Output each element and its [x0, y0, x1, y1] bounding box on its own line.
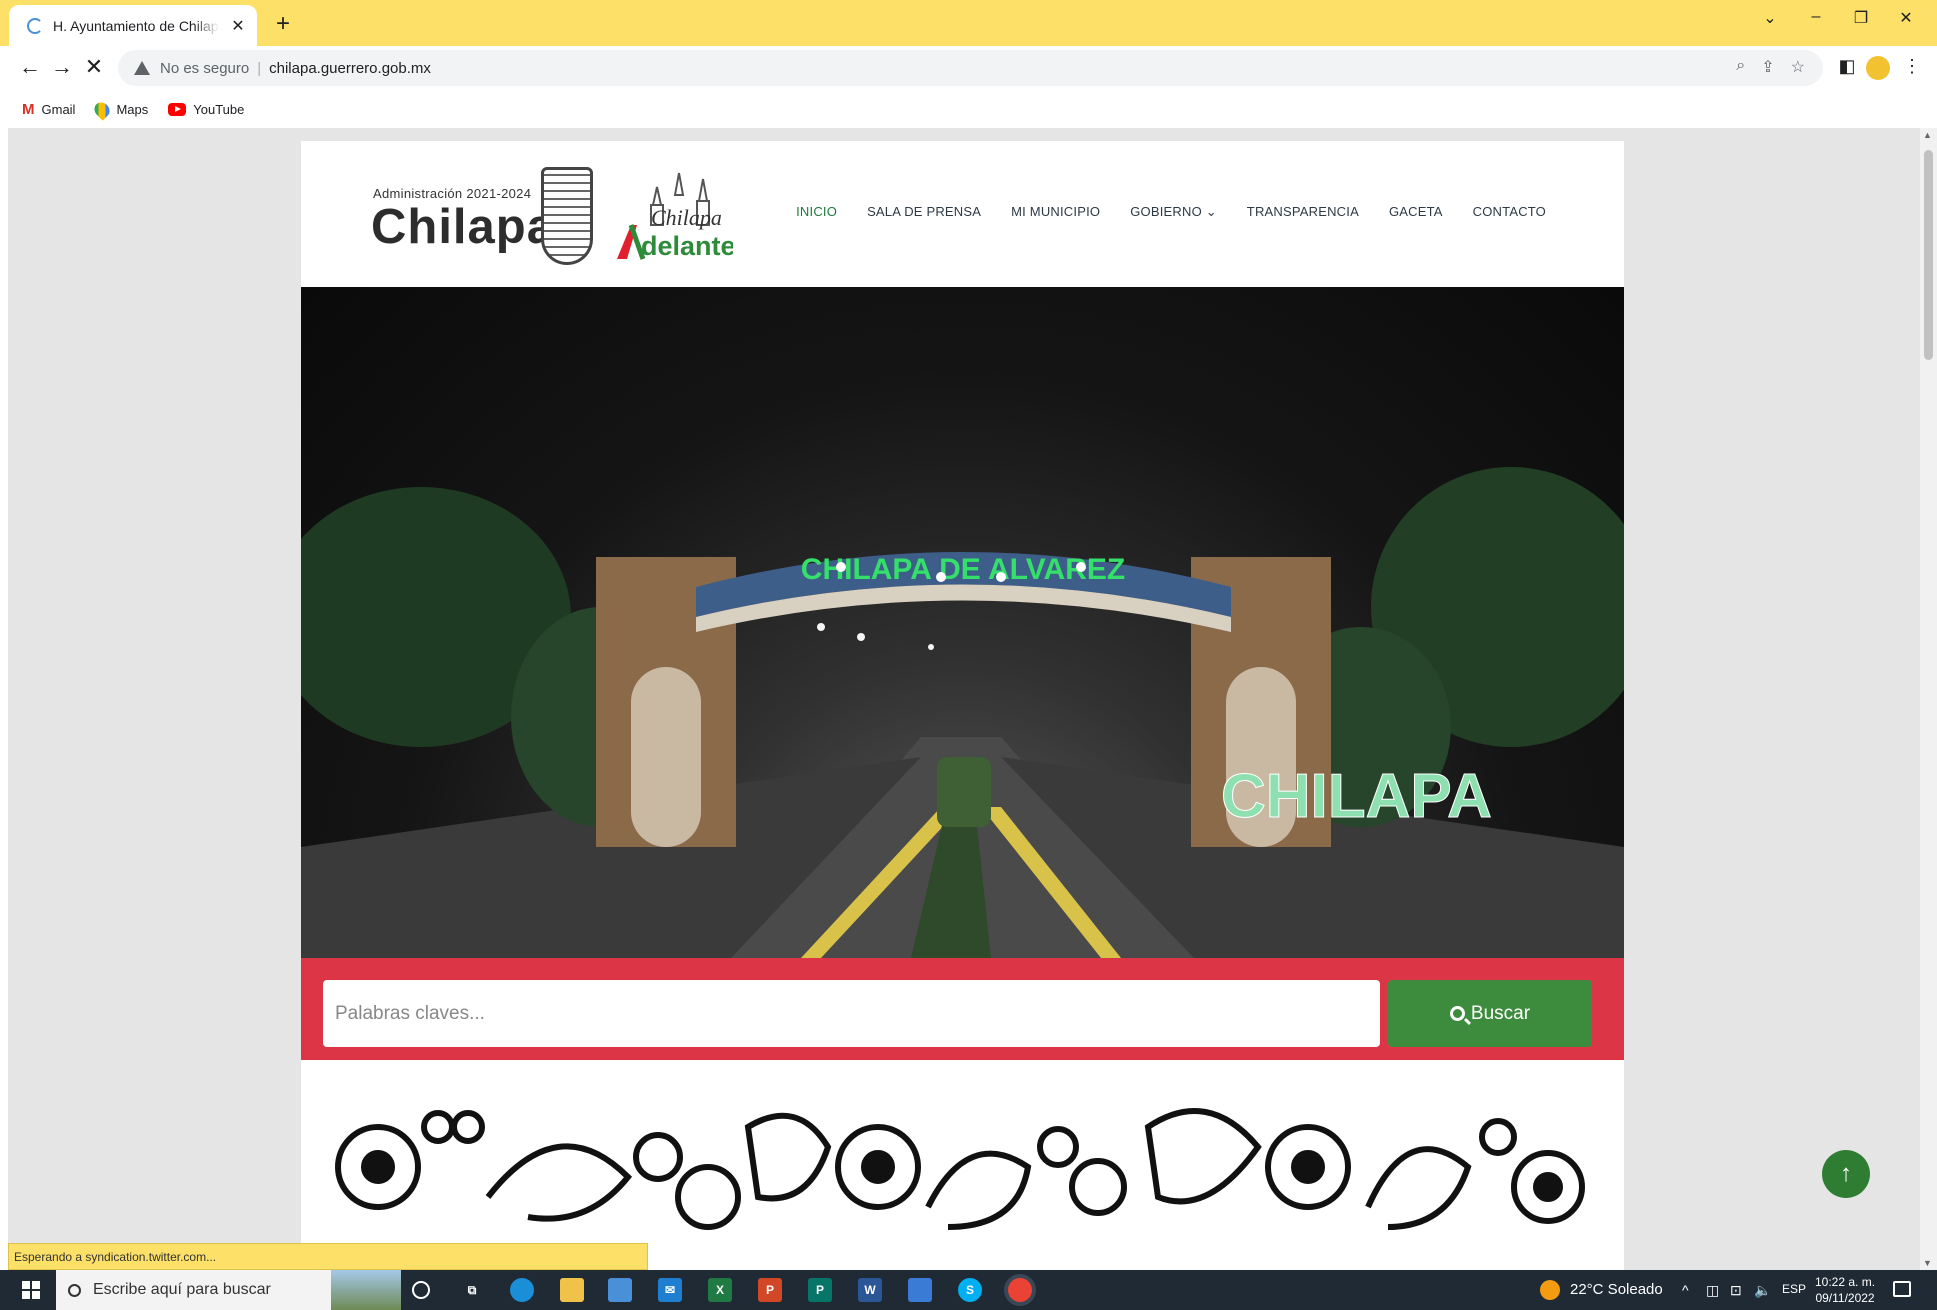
restore-button[interactable]: ❐ [1847, 8, 1875, 28]
scroll-to-top-button[interactable]: ↑ [1822, 1150, 1870, 1198]
page-scrollbar[interactable]: ▲ ▼ [1920, 128, 1937, 1270]
nav-contacto[interactable]: CONTACTO [1473, 204, 1546, 220]
page-viewport: Administración 2021-2024 Chilapa Chilapa… [8, 128, 1920, 1270]
photos-icon[interactable] [908, 1278, 932, 1302]
bookmark-label: Maps [116, 102, 149, 117]
scroll-up-arrow-icon[interactable]: ▲ [1923, 130, 1932, 140]
decorative-folk-pattern [335, 1108, 1585, 1230]
scroll-down-arrow-icon[interactable]: ▼ [1923, 1258, 1932, 1268]
bookmark-label: YouTube [193, 102, 245, 117]
browser-toolbar: ← → ✕ No es seguro | chilapa.guerrero.go… [0, 46, 1937, 91]
bookmark-youtube[interactable]: YouTube [168, 102, 244, 117]
taskbar-clock[interactable]: 10:22 a. m. 09/11/2022 [1815, 1274, 1875, 1306]
omnibox-icons: ⌕ ⇪ ☆ [1736, 57, 1805, 77]
edge-icon[interactable] [510, 1278, 534, 1302]
nav-inicio[interactable]: INICIO [796, 204, 837, 220]
weather-widget[interactable]: 22°C Soleado [1570, 1281, 1663, 1298]
bookmark-label: Gmail [41, 102, 76, 117]
browser-tab[interactable]: H. Ayuntamiento de Chilapa de Álvarez ✕ [9, 5, 257, 46]
site-logo-text[interactable]: Chilapa [371, 199, 555, 255]
youtube-icon [168, 103, 187, 116]
warning-icon [134, 61, 150, 75]
menu-kebab-icon[interactable]: ⋮ [1900, 56, 1924, 77]
clock-time: 10:22 a. m. [1815, 1275, 1876, 1289]
store-icon[interactable] [608, 1278, 632, 1302]
word-icon[interactable]: W [858, 1278, 882, 1302]
cortana-icon[interactable] [412, 1281, 430, 1299]
tab-title: H. Ayuntamiento de Chilapa de Álvarez [53, 17, 219, 34]
tray-chevron-icon[interactable]: ^ [1682, 1282, 1689, 1298]
file-explorer-icon[interactable] [560, 1278, 584, 1302]
zoom-icon[interactable]: ⌕ [1736, 57, 1745, 77]
chilapa-adelante-logo[interactable]: Chilapa delante [613, 165, 733, 261]
bookmarks-bar: M Gmail Maps YouTube [0, 91, 1937, 128]
address-separator: | [257, 59, 262, 77]
bookmark-star-icon[interactable]: ☆ [1791, 57, 1805, 77]
skype-icon[interactable]: S [958, 1278, 982, 1302]
mail-icon[interactable]: ✉ [658, 1278, 682, 1302]
search-button[interactable]: Buscar [1388, 980, 1592, 1047]
maps-icon [91, 98, 114, 121]
nav-gobierno[interactable]: GOBIERNO ⌄ [1130, 204, 1217, 220]
nav-sala-de-prensa[interactable]: SALA DE PRENSA [867, 204, 981, 220]
scroll-thumb[interactable] [1924, 150, 1933, 360]
loading-favicon-icon [27, 17, 43, 34]
tab-bar: H. Ayuntamiento de Chilapa de Álvarez ✕ … [0, 0, 1937, 46]
excel-icon[interactable]: X [708, 1278, 732, 1302]
adelante-logo-bottom: delante [641, 231, 733, 261]
tab-search-chevron-icon[interactable]: ⌄ [1756, 8, 1784, 28]
close-window-button[interactable]: ✕ [1892, 8, 1920, 28]
task-view-icon[interactable]: ⧉ [460, 1278, 484, 1302]
windows-taskbar: Escribe aquí para buscar ⧉ ✉ X P P W S 2… [0, 1270, 1937, 1310]
clock-date: 09/11/2022 [1815, 1291, 1875, 1305]
keyword-search-input[interactable] [323, 980, 1380, 1047]
municipal-crest-icon [541, 167, 593, 265]
search-highlight-image [331, 1270, 401, 1310]
search-icon [68, 1283, 81, 1297]
address-url: chilapa.guerrero.gob.mx [269, 59, 431, 77]
close-tab-icon[interactable]: ✕ [229, 16, 247, 36]
publisher-icon[interactable]: P [808, 1278, 832, 1302]
meet-now-icon[interactable]: ◫ [1706, 1282, 1719, 1299]
arch-neon-text: CHILAPA DE ALVAREZ [801, 553, 1125, 586]
language-indicator[interactable]: ESP [1782, 1282, 1806, 1296]
search-icon [1449, 1006, 1465, 1021]
windows-start-icon[interactable] [22, 1281, 40, 1299]
browser-status-bar: Esperando a syndication.twitter.com... [8, 1243, 648, 1270]
back-button[interactable]: ← [16, 54, 44, 80]
share-icon[interactable]: ⇪ [1761, 57, 1774, 77]
minimize-button[interactable]: – [1802, 8, 1830, 26]
nav-transparencia[interactable]: TRANSPARENCIA [1247, 204, 1359, 220]
stop-loading-button[interactable]: ✕ [80, 54, 108, 80]
nav-mi-municipio[interactable]: MI MUNICIPIO [1011, 204, 1100, 220]
arrow-up-icon: ↑ [1840, 1160, 1852, 1187]
search-band: Buscar [301, 958, 1624, 1060]
chilapa-letters-sign: CHILAPA [1221, 762, 1492, 831]
network-icon[interactable]: ⊡ [1730, 1282, 1742, 1299]
chrome-icon[interactable] [1008, 1278, 1032, 1302]
profile-avatar[interactable] [1866, 56, 1890, 80]
side-panel-icon[interactable]: ◧ [1835, 56, 1859, 77]
bookmark-maps[interactable]: Maps [91, 98, 149, 121]
gmail-icon: M [22, 101, 35, 118]
powerpoint-icon[interactable]: P [758, 1278, 782, 1302]
bookmark-gmail[interactable]: M Gmail [22, 101, 75, 118]
nav-gaceta[interactable]: GACETA [1389, 204, 1443, 220]
forward-button[interactable]: → [48, 54, 76, 80]
site-container: Administración 2021-2024 Chilapa Chilapa… [301, 141, 1624, 1270]
hero-image: CHILAPA DE ALVAREZ CHILAPA [301, 287, 1624, 958]
main-nav: INICIO SALA DE PRENSA MI MUNICIPIO GOBIE… [796, 204, 1546, 220]
notification-center-icon[interactable] [1893, 1281, 1911, 1297]
search-button-label: Buscar [1470, 1002, 1531, 1024]
hero-scene: CHILAPA DE ALVAREZ CHILAPA [301, 467, 1624, 958]
new-tab-button[interactable]: + [270, 10, 296, 38]
sun-icon [1540, 1280, 1560, 1300]
address-bar[interactable]: No es seguro | chilapa.guerrero.gob.mx ⌕… [118, 50, 1823, 86]
volume-icon[interactable]: 🔈 [1754, 1282, 1771, 1299]
taskbar-search-box[interactable]: Escribe aquí para buscar [56, 1270, 401, 1310]
security-label: No es seguro [160, 59, 250, 77]
adelante-logo-top: Chilapa [651, 205, 722, 230]
taskbar-search-placeholder: Escribe aquí para buscar [93, 1281, 271, 1298]
site-header: Administración 2021-2024 Chilapa Chilapa… [301, 141, 1624, 287]
